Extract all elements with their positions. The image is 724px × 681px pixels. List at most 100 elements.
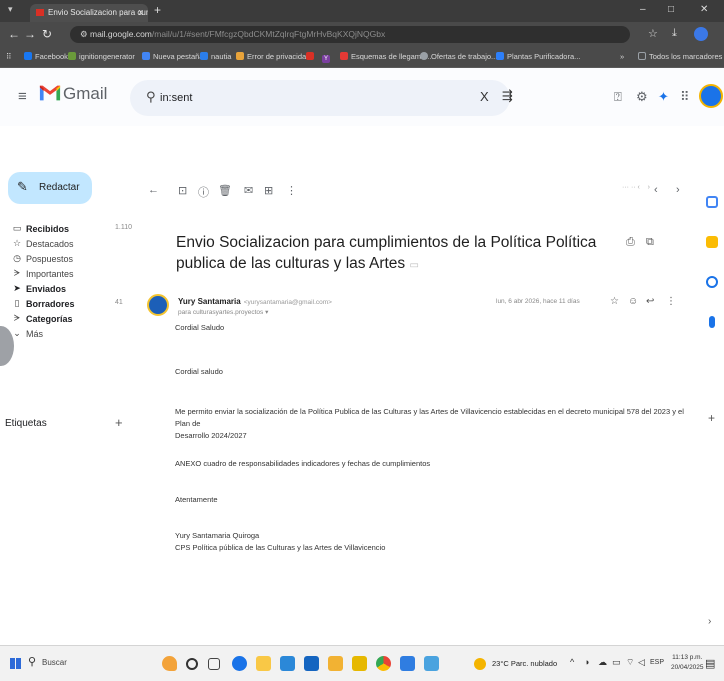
tasks-icon[interactable] xyxy=(706,276,718,288)
weather-icon[interactable] xyxy=(474,658,486,670)
taskbar-search-icon[interactable]: ⚲ xyxy=(28,655,36,668)
delete-icon[interactable]: 🗑 xyxy=(218,184,232,197)
gmail-logo-icon[interactable] xyxy=(39,82,61,104)
new-tab-button[interactable]: + xyxy=(154,3,161,17)
onedrive-icon[interactable]: ☁ xyxy=(598,657,607,668)
search-options-icon[interactable]: ⇶ xyxy=(502,88,513,104)
keep-icon[interactable] xyxy=(706,236,718,248)
browser-tab[interactable]: Envio Socializacion para cumpl x xyxy=(30,4,148,22)
download-icon[interactable]: ⤓ xyxy=(672,27,677,40)
main-menu-icon[interactable]: ≡ xyxy=(18,88,27,105)
get-addons-icon[interactable]: + xyxy=(708,411,715,425)
bookmark-item[interactable]: Facebook xyxy=(24,52,68,61)
archive-icon[interactable]: ⊡ xyxy=(178,184,187,197)
chrome-icon[interactable] xyxy=(376,656,391,671)
task-view-icon[interactable] xyxy=(208,658,220,670)
bookmark-item[interactable]: Nueva pestaña xyxy=(142,52,203,61)
hide-side-panel-icon[interactable]: › xyxy=(708,616,711,627)
sidebar-item-more[interactable]: ⌄ Más xyxy=(0,328,135,343)
mark-unread-icon[interactable]: ✉ xyxy=(244,184,253,197)
sidebar-item-inbox[interactable]: ▭ Recibidos 1.110 xyxy=(0,223,135,238)
cortana-icon[interactable] xyxy=(186,658,198,670)
notifications-icon[interactable]: ▤ xyxy=(705,657,715,670)
sender-avatar[interactable] xyxy=(147,294,169,316)
volume-icon[interactable]: ◁ xyxy=(638,657,645,668)
windows-start-icon[interactable] xyxy=(10,658,21,669)
bookmark-item[interactable]: Esquemas de llegame... xyxy=(340,52,431,61)
taskbar-app-icon[interactable] xyxy=(162,656,177,671)
calendar-icon[interactable] xyxy=(706,196,718,208)
reload-icon[interactable]: ↻ xyxy=(42,27,52,41)
close-window-button[interactable]: ✕ xyxy=(700,4,708,15)
bookmark-item[interactable] xyxy=(306,52,317,61)
bookmark-item[interactable]: ignitiongenerator xyxy=(68,52,135,61)
forward-icon[interactable]: → xyxy=(24,27,36,41)
photos-icon[interactable] xyxy=(424,656,439,671)
bookmark-item[interactable]: Plantas Purificadora... xyxy=(496,52,580,61)
report-spam-icon[interactable]: ⓘ xyxy=(198,184,209,200)
browser-profile-avatar[interactable] xyxy=(694,27,708,41)
open-new-window-icon[interactable]: ⧉ xyxy=(646,236,654,249)
search-input[interactable] xyxy=(160,90,460,106)
more-options-icon[interactable]: ⋮ xyxy=(286,184,297,197)
add-label-button[interactable]: + xyxy=(115,415,123,430)
message-more-icon[interactable]: ⋮ xyxy=(666,296,676,307)
recipient-line[interactable]: para culturasyartes.proyectos ▾ xyxy=(178,308,268,316)
sidebar-item-categories[interactable]: ᗒ Categorías xyxy=(0,313,135,328)
clear-search-icon[interactable]: X xyxy=(480,89,489,104)
clock[interactable]: 11:13 p.m. 20/04/2025 xyxy=(671,653,704,673)
weather-text[interactable]: 23°C Parc. nublado xyxy=(492,659,557,668)
sidebar-item-important[interactable]: ᗒ Importantes xyxy=(0,268,135,283)
tab-close-icon[interactable]: x xyxy=(139,7,144,17)
word-icon[interactable] xyxy=(304,656,319,671)
taskbar-app-icon[interactable] xyxy=(400,656,415,671)
help-icon[interactable]: ⍰ xyxy=(614,89,622,105)
url-bar[interactable]: ⚙ mail.google.com/mail/u/1/#sent/FMfcgzQ… xyxy=(70,26,630,43)
google-apps-icon[interactable]: ⠿ xyxy=(680,89,690,105)
tray-app-icon[interactable]: ◑ xyxy=(584,657,589,667)
more-bookmarks-icon[interactable]: » xyxy=(620,52,624,61)
sidebar-item-sent[interactable]: ➤ Enviados xyxy=(0,283,135,298)
print-icon[interactable]: ⎙ xyxy=(626,236,635,249)
star-icon[interactable]: ☆ xyxy=(610,296,619,307)
tray-expand-icon[interactable]: ^ xyxy=(570,657,574,667)
gemini-icon[interactable]: ✦ xyxy=(658,89,669,105)
reply-icon[interactable]: ↩ xyxy=(646,296,654,307)
sidebar-item-starred[interactable]: ☆ Destacados xyxy=(0,238,135,253)
battery-icon[interactable]: ▭ xyxy=(612,657,621,668)
account-avatar[interactable] xyxy=(699,84,723,108)
emoji-react-icon[interactable]: ☺ xyxy=(628,296,638,307)
app-icon[interactable] xyxy=(328,656,343,671)
sidebar-item-snoozed[interactable]: ◷ Pospuestos xyxy=(0,253,135,268)
bookmark-item[interactable]: Todos los marcadores xyxy=(638,52,722,61)
compose-button[interactable]: ✎ Redactar xyxy=(8,172,92,204)
back-to-list-icon[interactable]: ← xyxy=(148,184,159,196)
tab-search-icon[interactable]: ▾ xyxy=(8,4,13,15)
sender-name[interactable]: Yury Santamaria xyxy=(178,297,241,306)
files-icon[interactable] xyxy=(352,656,367,671)
search-icon[interactable]: ⚲ xyxy=(146,89,156,105)
back-icon[interactable]: ← xyxy=(8,27,20,41)
wifi-icon[interactable]: ⌔ xyxy=(626,657,634,668)
label-tag-icon[interactable]: ▭ xyxy=(409,260,418,271)
sidebar-item-drafts[interactable]: ▯ Borradores 41 xyxy=(0,298,135,313)
site-info-icon[interactable]: ⚙ xyxy=(80,29,90,39)
file-explorer-icon[interactable] xyxy=(256,656,271,671)
taskbar-search-label[interactable]: Buscar xyxy=(42,658,67,667)
move-to-icon[interactable]: ⊞ xyxy=(264,184,273,197)
newer-icon[interactable]: ‹ xyxy=(654,184,658,196)
language-indicator[interactable]: ESP xyxy=(650,659,664,666)
minimize-button[interactable]: – xyxy=(640,4,646,15)
older-icon[interactable]: › xyxy=(676,184,680,196)
edge-icon[interactable] xyxy=(232,656,247,671)
contacts-icon[interactable] xyxy=(709,316,715,328)
maximize-button[interactable]: □ xyxy=(668,4,674,15)
bookmark-star-icon[interactable]: ☆ xyxy=(648,27,658,40)
bookmark-item[interactable]: Error de privacidad xyxy=(236,52,310,61)
bookmark-item[interactable]: nautia xyxy=(200,52,231,61)
settings-gear-icon[interactable]: ⚙ xyxy=(636,89,648,105)
store-icon[interactable] xyxy=(280,656,295,671)
apps-grid-icon[interactable]: ⠿ xyxy=(6,52,12,61)
bookmark-item[interactable]: Ofertas de trabajo... xyxy=(420,52,497,61)
bookmark-item[interactable]: Y xyxy=(322,52,333,63)
